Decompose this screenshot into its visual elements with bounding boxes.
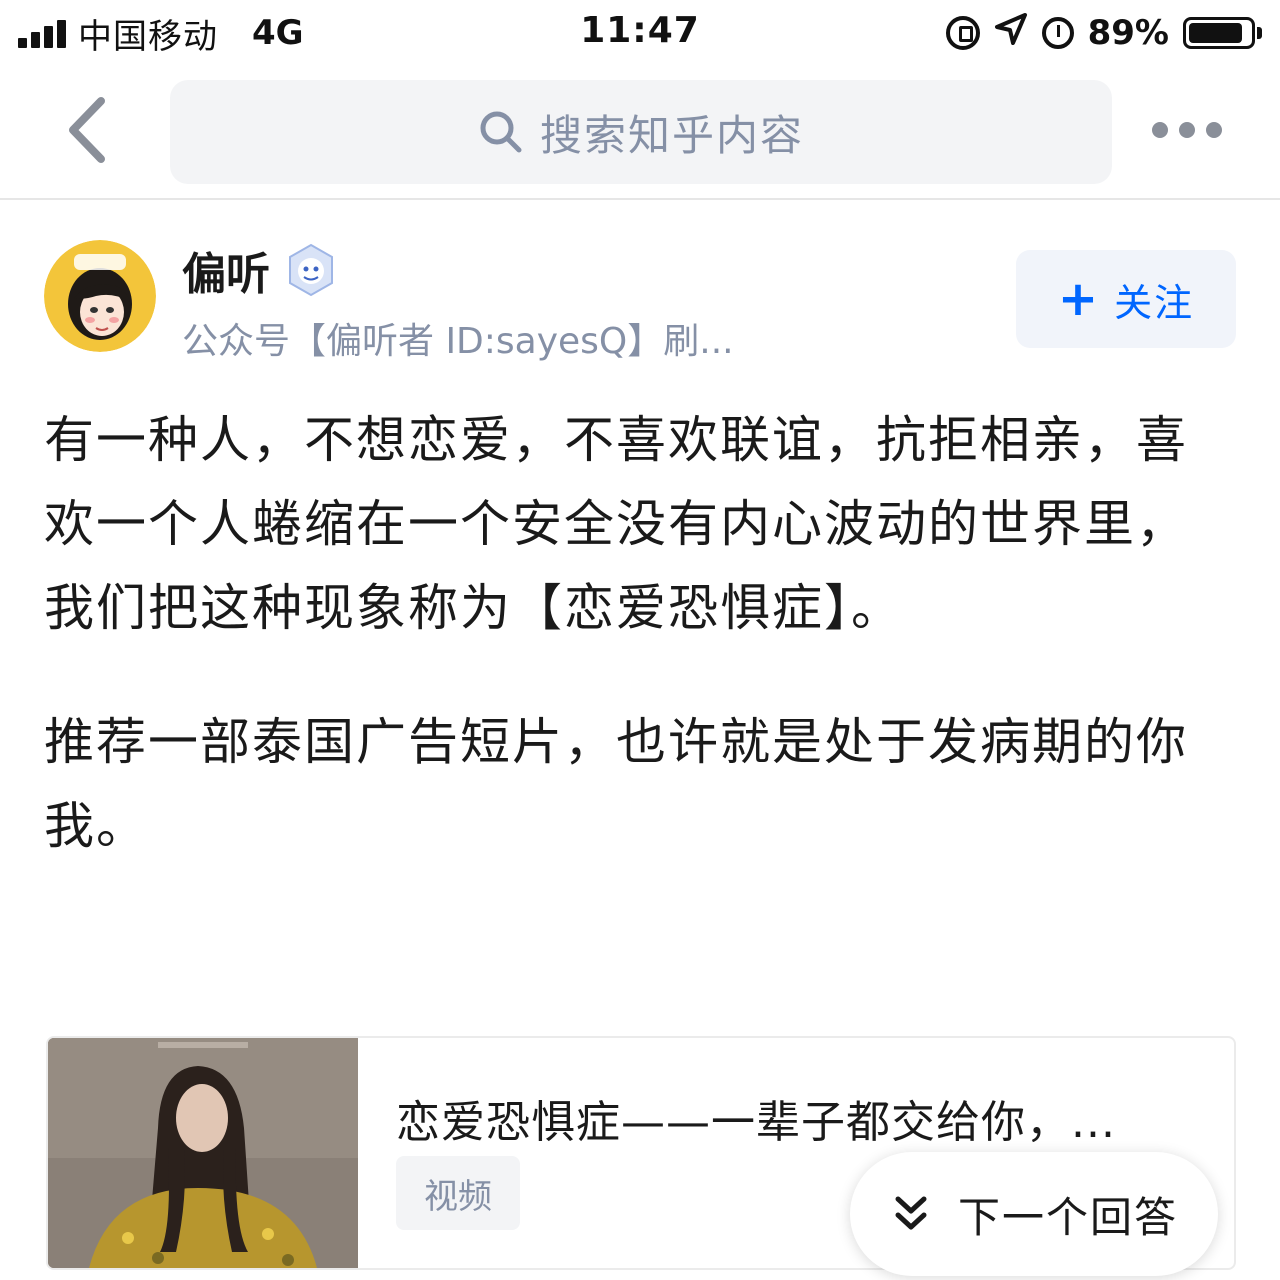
author-name[interactable]: 偏听 [182,238,270,302]
double-chevron-down-icon [890,1193,932,1235]
battery-percent: 89% [1087,13,1169,53]
more-dot-icon [1179,122,1195,138]
answer-paragraph: 推荐一部泰国广告短片，也许就是处于发病期的你我。 [44,713,1188,855]
avatar[interactable] [44,240,156,352]
next-answer-label: 下一个回答 [957,1192,1178,1242]
back-button[interactable] [52,92,122,168]
more-dot-icon [1206,122,1222,138]
video-tag-badge: 视频 [396,1156,520,1230]
nav-bar: 搜索知乎内容 [0,70,1280,200]
battery-fill [1189,23,1243,43]
status-bar: 中国移动 4G 11:47 89% [0,0,1280,70]
author-bio: 公众号【偏听者 ID:sayesQ】刷... [182,321,734,362]
alarm-icon [1041,17,1074,49]
video-title[interactable]: 恋爱恐惧症——一辈子都交给你，... [396,1086,1196,1150]
follow-label: 关注 [1114,280,1195,325]
search-input[interactable]: 搜索知乎内容 [170,80,1112,184]
video-thumbnail[interactable] [48,1038,358,1268]
more-dot-icon [1152,122,1168,138]
orientation-lock-icon [945,16,980,50]
follow-button[interactable]: + 关注 [1016,250,1236,348]
answer-paragraph: 有一种人，不想恋爱，不喜欢联谊，抗拒相亲，喜欢一个人蜷缩在一个安全没有内心波动的… [44,411,1188,637]
search-icon [478,109,524,155]
status-right: 89% [945,10,1262,56]
chevron-left-icon [69,97,105,163]
author-name-wrap: 偏听 [182,240,338,300]
next-answer-button[interactable]: 下一个回答 [850,1152,1218,1276]
verified-badge-icon [284,243,338,297]
search-placeholder: 搜索知乎内容 [539,110,804,160]
location-icon [994,12,1028,55]
battery-icon [1183,17,1262,49]
more-options-button[interactable] [1152,112,1222,148]
author-row: 偏听 公众号【偏听者 ID:sayesQ】刷... + 关注 [0,230,1280,370]
plus-icon: + [1057,271,1099,327]
